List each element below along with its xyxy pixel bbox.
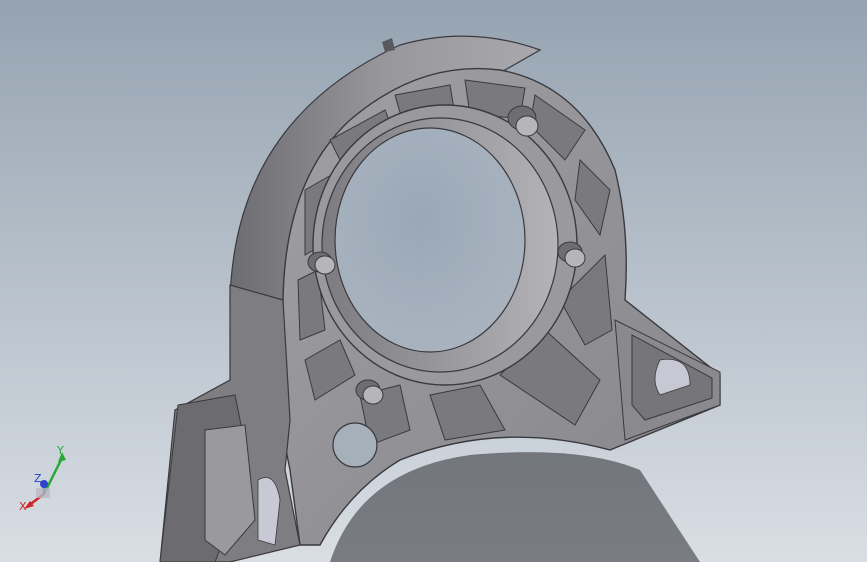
y-axis-label: Y bbox=[56, 444, 64, 457]
x-axis-label: X bbox=[19, 500, 27, 513]
triad-origin bbox=[36, 488, 50, 498]
3d-graphics-viewport[interactable]: Y Z X bbox=[0, 0, 867, 562]
web-hole bbox=[332, 422, 378, 468]
cad-part-model[interactable] bbox=[0, 0, 867, 562]
xyz-axis-triad-icon: Y Z X bbox=[19, 444, 66, 513]
z-axis-label: Z bbox=[34, 472, 42, 485]
bearing-bore bbox=[334, 127, 526, 353]
coordinate-triad: Y Z X bbox=[18, 444, 78, 516]
